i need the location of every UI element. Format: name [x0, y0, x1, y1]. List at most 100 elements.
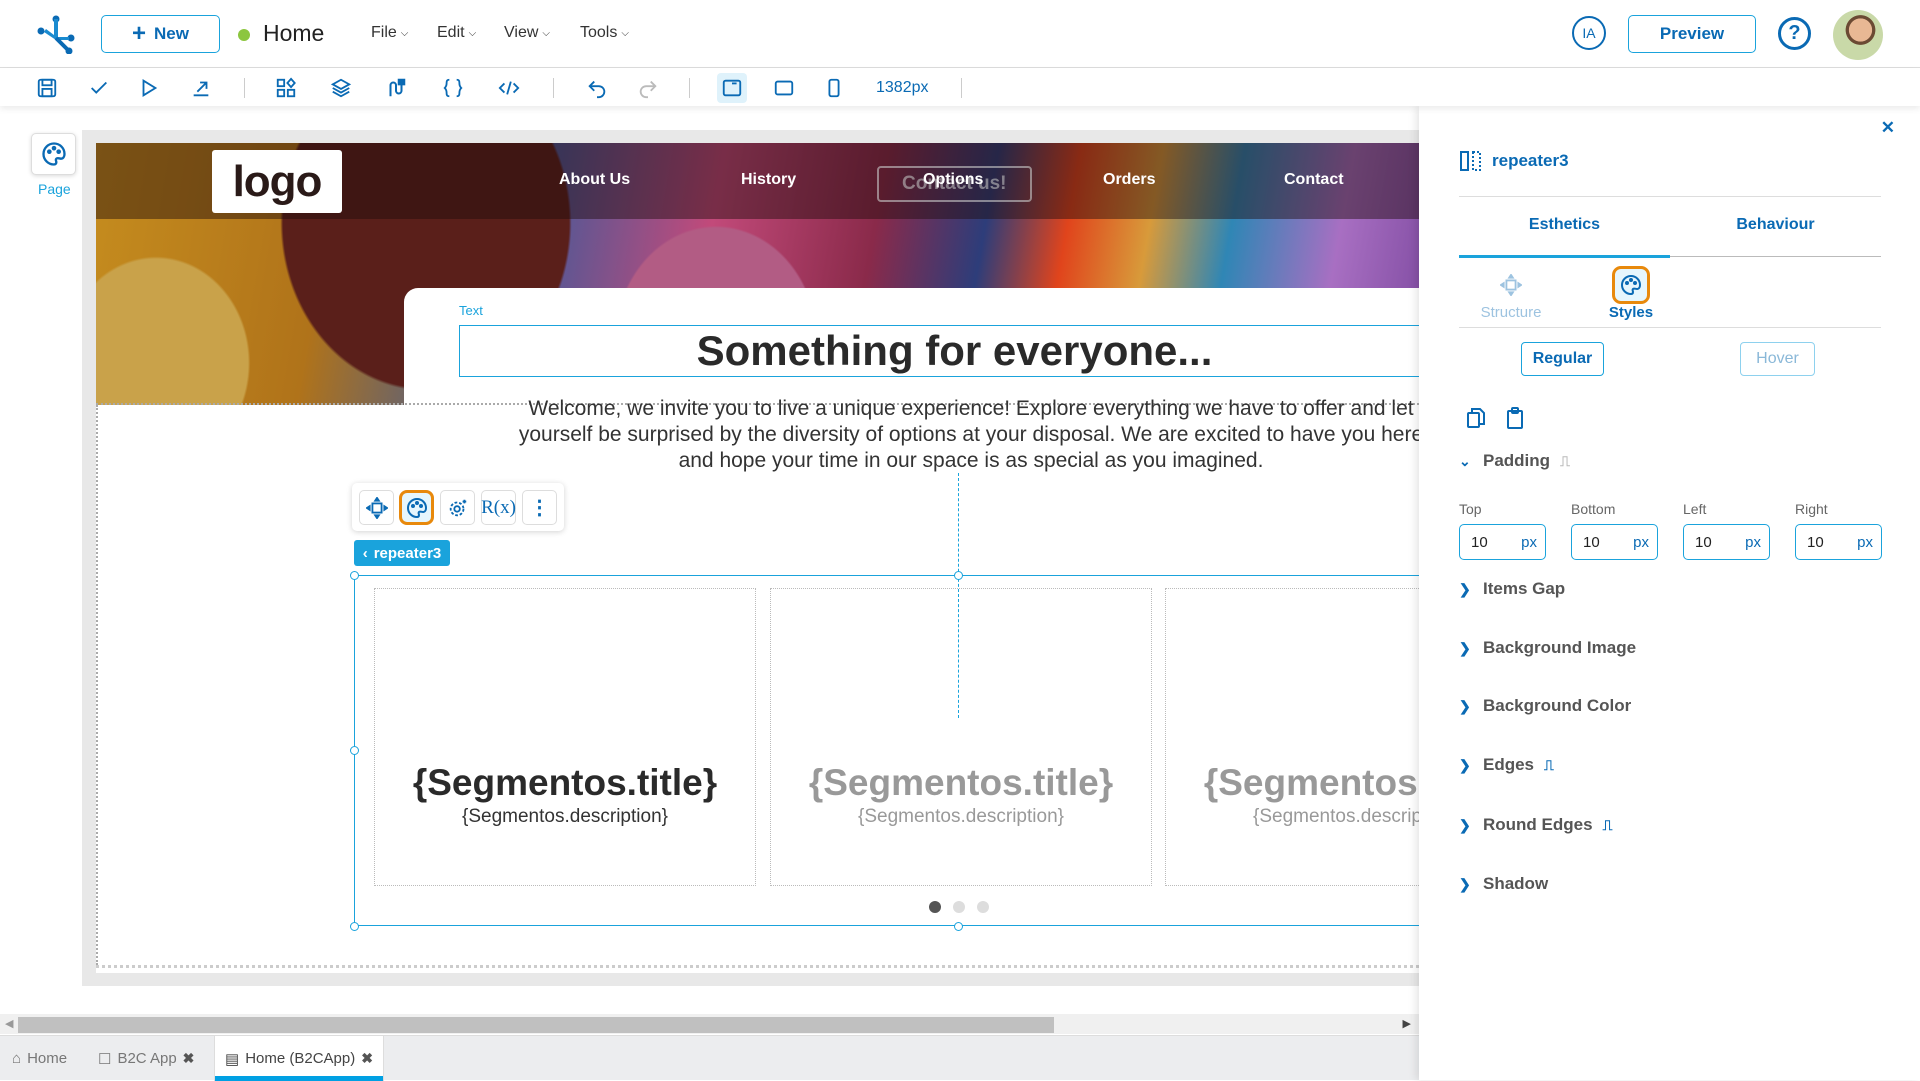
redo-icon[interactable] — [636, 76, 660, 100]
save-icon[interactable] — [35, 76, 59, 100]
menu-edit[interactable]: Edit ⌵ — [437, 24, 476, 42]
rx-icon[interactable]: R(x) — [481, 490, 516, 525]
pager-dot[interactable] — [977, 901, 989, 913]
resize-handle[interactable] — [350, 922, 359, 931]
code-icon[interactable] — [497, 76, 521, 100]
menu-tools[interactable]: Tools ⌵ — [580, 24, 629, 42]
state-regular-button[interactable]: Regular — [1521, 342, 1604, 376]
padding-right-input[interactable]: 10 px — [1795, 524, 1882, 560]
tab-home[interactable]: ⌂ Home — [12, 1036, 67, 1081]
braces-icon[interactable] — [441, 76, 465, 100]
welcome-paragraph[interactable]: Welcome, we invite you to live a unique … — [466, 396, 1419, 474]
input-value: 10 — [1583, 533, 1600, 551]
layers-icon[interactable] — [329, 76, 353, 100]
tab-b2c-app[interactable]: ☐ B2C App ✖ — [98, 1036, 194, 1081]
nav-link-orders[interactable]: Orders — [1103, 171, 1155, 189]
subtab-structure[interactable]: Structure — [1471, 266, 1551, 321]
nav-link-contact[interactable]: Contact — [1284, 171, 1344, 189]
repeater-item-description: {Segmentos.description} — [462, 806, 668, 827]
title-text-component[interactable]: Something for everyone... — [459, 325, 1419, 377]
close-icon[interactable]: ✕ — [1881, 118, 1895, 138]
paste-styles-icon[interactable] — [1504, 406, 1526, 430]
link-icon[interactable]: ⎍ — [1603, 817, 1613, 834]
menu-file[interactable]: File ⌵ — [371, 24, 408, 42]
resize-handle[interactable] — [350, 571, 359, 580]
nav-link-about[interactable]: About Us — [559, 171, 630, 189]
nav-link-history[interactable]: History — [741, 171, 796, 189]
palette-icon[interactable] — [399, 490, 434, 525]
padding-left-input[interactable]: 10 px — [1683, 524, 1770, 560]
resize-handle[interactable] — [954, 922, 963, 931]
menu-view[interactable]: View ⌵ — [504, 24, 550, 42]
resize-handle[interactable] — [350, 746, 359, 755]
desktop-view-icon[interactable] — [717, 73, 747, 103]
settings-icon[interactable] — [440, 490, 475, 525]
link-icon[interactable]: ⎍ — [1544, 757, 1554, 774]
welcome-line: yourself be surprised by the diversity o… — [518, 423, 1419, 446]
section-round-edges[interactable]: ❯ Round Edges ⎍ — [1459, 815, 1612, 835]
app-logo-icon[interactable] — [36, 14, 76, 54]
tab-behaviour[interactable]: Behaviour — [1670, 216, 1881, 234]
resize-handle[interactable] — [954, 571, 963, 580]
components-icon[interactable] — [274, 76, 298, 100]
play-icon[interactable] — [137, 76, 161, 100]
chevron-down-icon: ⌵ — [542, 27, 550, 39]
repeater-icon — [1460, 151, 1481, 171]
tablet-view-icon[interactable] — [772, 76, 796, 100]
section-items-gap[interactable]: ❯ Items Gap — [1459, 579, 1565, 599]
new-button[interactable]: + New — [101, 15, 220, 53]
flow-icon[interactable] — [384, 76, 408, 100]
input-unit: px — [1633, 533, 1649, 551]
mobile-view-icon[interactable] — [822, 76, 846, 100]
site-logo[interactable]: logo — [212, 150, 342, 213]
repeater-item[interactable]: {Segmentos.title} {Segmentos.description… — [374, 588, 756, 886]
chevron-down-icon: ⌄ — [1459, 452, 1471, 469]
link-icon[interactable]: ⎍ — [1560, 453, 1570, 470]
more-icon[interactable]: ⋮ — [522, 490, 557, 525]
user-avatar[interactable] — [1833, 10, 1883, 60]
scroll-right-icon[interactable]: ▶ — [1403, 1017, 1411, 1030]
check-icon[interactable] — [87, 76, 111, 100]
container-outline — [96, 405, 98, 965]
menu-file-label: File — [371, 24, 397, 41]
section-shadow[interactable]: ❯ Shadow — [1459, 874, 1548, 894]
pager-dot[interactable] — [953, 901, 965, 913]
export-icon[interactable] — [189, 76, 213, 100]
section-edges[interactable]: ❯ Edges ⎍ — [1459, 755, 1554, 775]
scroll-left-icon[interactable]: ◀ — [5, 1017, 13, 1030]
canvas-width-readout: 1382px — [876, 79, 929, 96]
padding-top-input[interactable]: 10 px — [1459, 524, 1546, 560]
ia-assistant-icon[interactable]: IA — [1572, 16, 1606, 50]
scrollbar-thumb[interactable] — [18, 1017, 1054, 1033]
menu-view-label: View — [504, 24, 539, 41]
copy-styles-icon[interactable] — [1465, 406, 1487, 430]
selected-component-name: repeater3 — [373, 544, 442, 562]
pager-dot[interactable] — [929, 901, 941, 913]
preview-button[interactable]: Preview — [1628, 15, 1756, 53]
section-label: Round Edges — [1483, 815, 1593, 834]
undo-icon[interactable] — [585, 76, 609, 100]
tab-home-b2capp[interactable]: ▤ Home (B2CApp) ✖ — [214, 1036, 384, 1081]
repeater-item[interactable]: {Segmentos.title} {Segmentos.description… — [1165, 588, 1419, 886]
section-padding[interactable]: ⌄ Padding ⎍ — [1459, 451, 1570, 471]
section-label: Padding — [1483, 451, 1551, 470]
subtab-styles[interactable]: Styles — [1591, 266, 1671, 321]
close-icon[interactable]: ✖ — [183, 1050, 195, 1067]
repeater-item[interactable]: {Segmentos.title} {Segmentos.description… — [770, 588, 1152, 886]
horizontal-scrollbar[interactable]: ◀ ▶ — [0, 1014, 1419, 1034]
section-label: Edges — [1483, 755, 1535, 774]
selected-component-badge[interactable]: ‹ repeater3 — [354, 540, 450, 566]
repeater-item-title: {Segmentos.title} — [412, 762, 718, 803]
page-styles-button[interactable] — [31, 133, 76, 175]
help-icon[interactable]: ? — [1778, 17, 1811, 50]
section-background-color[interactable]: ❯ Background Color — [1459, 696, 1631, 716]
padding-bottom-label: Bottom — [1571, 501, 1616, 517]
state-hover-button[interactable]: Hover — [1740, 342, 1815, 376]
close-icon[interactable]: ✖ — [361, 1050, 373, 1067]
section-background-image[interactable]: ❯ Background Image — [1459, 638, 1636, 658]
tab-esthetics[interactable]: Esthetics — [1459, 216, 1670, 234]
padding-bottom-input[interactable]: 10 px — [1571, 524, 1658, 560]
page-title: Home — [263, 20, 325, 46]
move-icon[interactable] — [359, 490, 394, 525]
nav-link-options[interactable]: Options — [923, 171, 983, 189]
